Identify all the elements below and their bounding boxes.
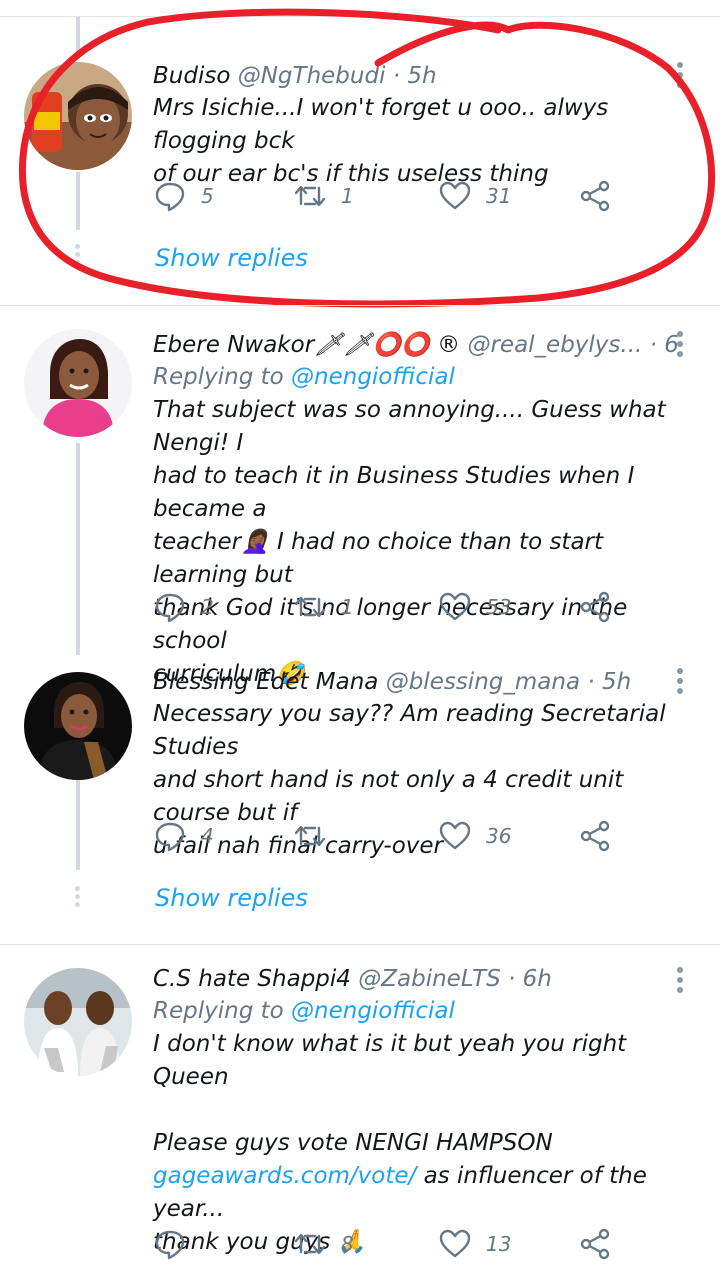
tweet[interactable]: Ebere Nwakor🗡🗡⭕⭕ ® @real_ebylys... · 6h … [0, 306, 720, 687]
tweet-header: Blessing Edet Mana @blessing_mana · 5h [153, 666, 680, 698]
avatar[interactable] [24, 62, 132, 170]
more-icon[interactable] [676, 967, 684, 997]
share-icon [580, 591, 610, 623]
handle[interactable]: @real_ebylys... [467, 332, 642, 358]
like-count: 31 [486, 184, 512, 208]
timestamp[interactable]: 5h [407, 63, 436, 89]
retweet-icon [294, 596, 326, 618]
like-button[interactable]: 13 [438, 1224, 511, 1264]
tweet-text-line: teacher🤦🏾‍♀️ I had no choice than to sta… [153, 529, 604, 588]
tweet[interactable]: C.S hate Shappi4 @ZabineLTS · 6h Replyin… [0, 945, 720, 1262]
like-count: 13 [486, 1232, 512, 1256]
timestamp[interactable]: 5h [602, 669, 631, 695]
retweet-icon [294, 825, 326, 847]
mention-link[interactable]: @nengiofficial [291, 998, 455, 1024]
tweet-text-line: gageawards.com/vote/ as influencer of th… [153, 1160, 680, 1226]
share-button[interactable] [578, 816, 612, 856]
avatar[interactable] [24, 968, 132, 1076]
tweet-header: Budiso @NgThebudi · 5h [153, 60, 680, 92]
reply-icon [155, 822, 185, 852]
retweet-count: 1 [341, 595, 354, 619]
tweet-header: Ebere Nwakor🗡🗡⭕⭕ ® @real_ebylys... · 6h [153, 329, 680, 361]
reply-button[interactable]: 5 [153, 176, 214, 216]
tweet-text-line: Necessary you say?? Am reading Secretari… [153, 701, 666, 760]
vote-link[interactable]: gageawards.com/vote/ [153, 1163, 416, 1189]
reply-icon [155, 182, 185, 212]
replying-to-label: Replying to [153, 998, 284, 1024]
tweet-text-line: Mrs Isichie...I won't forget u ooo.. alw… [153, 95, 609, 154]
show-replies-link[interactable]: Show replies [155, 884, 308, 912]
separator: · [587, 669, 595, 695]
more-icon[interactable] [676, 331, 684, 361]
reply-count: 4 [201, 824, 214, 848]
like-button[interactable]: 31 [438, 176, 511, 216]
tweet-actions: 4 36 [153, 816, 633, 856]
retweet-count: 8 [341, 1232, 354, 1256]
reply-count: 5 [201, 184, 214, 208]
like-icon [439, 1229, 471, 1258]
like-count: 36 [486, 824, 512, 848]
share-icon [580, 180, 610, 212]
tweet-header: C.S hate Shappi4 @ZabineLTS · 6h [153, 963, 680, 995]
tweet-text-line: That subject was so annoying.... Guess w… [153, 397, 666, 456]
share-icon [580, 820, 610, 852]
reply-icon [155, 593, 185, 623]
like-button[interactable]: 36 [438, 816, 511, 856]
tweet-actions: 5 1 31 [153, 176, 633, 216]
like-button[interactable]: 53 [438, 587, 511, 627]
reply-button[interactable]: 4 [153, 816, 214, 856]
reply-icon [155, 1230, 185, 1260]
retweet-count: 1 [341, 184, 354, 208]
display-name[interactable]: C.S hate Shappi4 [153, 966, 351, 992]
tweet-actions: 8 13 [153, 1224, 633, 1264]
handle[interactable]: @blessing_mana [386, 669, 580, 695]
tweet-text: That subject was so annoying.... Guess w… [153, 394, 680, 691]
handle[interactable]: @NgThebudi [238, 63, 386, 89]
mention-link[interactable]: @nengiofficial [291, 364, 455, 390]
tweet-text-line: I don't know what is it but yeah you rig… [153, 1031, 627, 1090]
separator: · [392, 63, 401, 89]
retweet-button[interactable]: 8 [293, 1224, 354, 1264]
retweet-icon [294, 185, 326, 207]
retweet-button[interactable]: 1 [293, 176, 354, 216]
tweet-text-line: Please guys vote NENGI HAMPSON [153, 1130, 553, 1156]
replying-to: Replying to @nengiofficial [153, 995, 680, 1028]
retweet-button[interactable] [293, 816, 341, 856]
like-icon [439, 181, 471, 210]
tweet[interactable]: Budiso @NgThebudi · 5h Mrs Isichie...I w… [0, 0, 720, 305]
more-icon[interactable] [676, 62, 684, 92]
reply-button[interactable] [153, 1224, 201, 1264]
reply-count: 2 [201, 595, 214, 619]
like-count: 53 [486, 595, 512, 619]
replying-to-label: Replying to [153, 364, 284, 390]
retweet-button[interactable]: 1 [293, 587, 354, 627]
separator: · [649, 332, 657, 358]
share-button[interactable] [578, 1224, 612, 1264]
share-button[interactable] [578, 587, 612, 627]
tweet[interactable]: Blessing Edet Mana @blessing_mana · 5h N… [0, 656, 720, 944]
avatar[interactable] [24, 672, 132, 780]
tweet-actions: 2 1 53 [153, 587, 633, 627]
display-name[interactable]: Ebere Nwakor🗡🗡⭕⭕ ® [153, 332, 460, 358]
display-name[interactable]: Budiso [153, 63, 230, 89]
like-icon [439, 592, 471, 621]
show-replies-link[interactable]: Show replies [155, 244, 308, 272]
timestamp[interactable]: 6h [523, 966, 552, 992]
retweet-icon [294, 1233, 326, 1255]
more-icon[interactable] [676, 668, 684, 698]
replying-to: Replying to @nengiofficial [153, 361, 680, 394]
handle[interactable]: @ZabineLTS [358, 966, 500, 992]
share-icon [580, 1228, 610, 1260]
reply-button[interactable]: 2 [153, 587, 214, 627]
share-button[interactable] [578, 176, 612, 216]
tweet-text-line: had to teach it in Business Studies when… [153, 463, 635, 522]
like-icon [439, 821, 471, 850]
avatar[interactable] [24, 329, 132, 437]
display-name[interactable]: Blessing Edet Mana [153, 669, 378, 695]
separator: · [508, 966, 516, 992]
